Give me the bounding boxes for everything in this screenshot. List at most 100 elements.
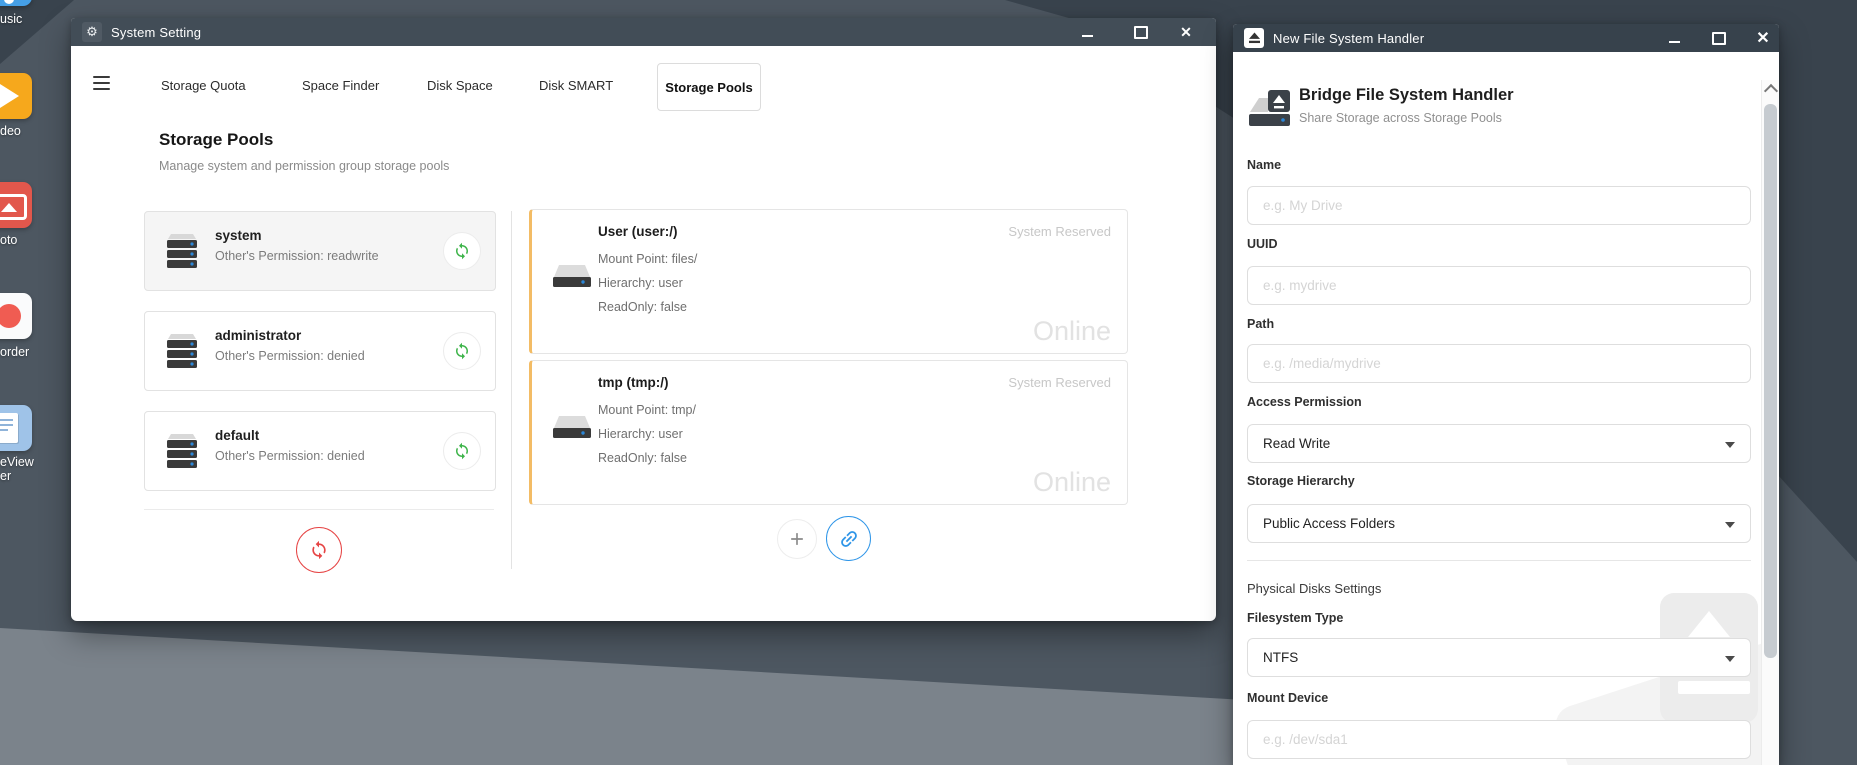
- tab-space-finder[interactable]: Space Finder: [302, 70, 379, 100]
- minimize-button[interactable]: [1079, 25, 1095, 39]
- uuid-label: UUID: [1247, 237, 1278, 251]
- desktop: usic deo oto order eView er ⚙ System Set…: [0, 0, 1857, 765]
- name-label: Name: [1247, 158, 1281, 172]
- tab-disk-space[interactable]: Disk Space: [427, 70, 493, 100]
- fileviewer-app-label: eView: [0, 455, 34, 469]
- handler-form-title: Bridge File System Handler: [1299, 86, 1514, 105]
- server-icon: [165, 433, 199, 474]
- new-file-system-handler-window: New File System Handler ✕: [1233, 24, 1779, 765]
- storage-hierarchy-label: Storage Hierarchy: [1247, 474, 1355, 488]
- handler-mount-point: Mount Point: files/: [598, 252, 697, 266]
- sync-pool-button[interactable]: [443, 432, 481, 470]
- form-divider: [1247, 560, 1751, 561]
- mount-device-input[interactable]: [1247, 720, 1751, 759]
- page-title: Storage Pools: [159, 130, 273, 150]
- handler-card-user[interactable]: User (user:/) Mount Point: files/ Hierar…: [529, 209, 1128, 354]
- fileviewer-app-label-line2: er: [0, 469, 11, 483]
- tab-storage-quota[interactable]: Storage Quota: [161, 70, 246, 100]
- filesystem-type-value: NTFS: [1263, 650, 1298, 665]
- tab-storage-pools[interactable]: Storage Pools: [657, 63, 761, 111]
- scrollbar[interactable]: [1761, 80, 1779, 765]
- maximize-button[interactable]: [1711, 31, 1727, 45]
- video-app-label: deo: [0, 124, 21, 138]
- recorder-app-label: order: [0, 345, 29, 359]
- scroll-up-arrow-icon[interactable]: [1764, 84, 1778, 98]
- video-app-icon[interactable]: [0, 73, 32, 119]
- system-reserved-badge: System Reserved: [1008, 375, 1111, 390]
- system-setting-titlebar[interactable]: ⚙ System Setting ✕: [71, 18, 1216, 46]
- fileviewer-app-icon[interactable]: [0, 405, 32, 451]
- name-input[interactable]: [1247, 186, 1751, 225]
- recorder-app-icon[interactable]: [0, 293, 32, 339]
- handler-card-tmp[interactable]: tmp (tmp:/) Mount Point: tmp/ Hierarchy:…: [529, 360, 1128, 505]
- path-label: Path: [1247, 317, 1274, 331]
- pool-list-divider: [144, 509, 494, 510]
- filesystem-type-label: Filesystem Type: [1247, 611, 1343, 625]
- handler-hierarchy: Hierarchy: user: [598, 427, 683, 441]
- refresh-pools-button[interactable]: [296, 527, 342, 573]
- filesystem-type-select[interactable]: NTFS: [1247, 638, 1751, 677]
- online-status-watermark: Online: [1033, 316, 1111, 347]
- music-app-label: usic: [0, 12, 22, 26]
- tab-disk-smart[interactable]: Disk SMART: [539, 70, 613, 100]
- pool-card-system[interactable]: system Other's Permission: readwrite: [144, 211, 496, 291]
- disk-icon: [552, 264, 592, 295]
- system-reserved-badge: System Reserved: [1008, 224, 1111, 239]
- play-icon: [0, 84, 19, 108]
- document-icon: [0, 413, 18, 443]
- pool-card-default[interactable]: default Other's Permission: denied: [144, 411, 496, 491]
- path-input[interactable]: [1247, 344, 1751, 383]
- handler-window-title: New File System Handler: [1273, 24, 1424, 52]
- handler-title: tmp (tmp:/): [598, 375, 668, 390]
- photo-frame-icon: [0, 194, 27, 220]
- handler-form-subtitle: Share Storage across Storage Pools: [1299, 111, 1502, 125]
- gear-icon: ⚙: [82, 22, 102, 42]
- menu-hamburger-icon[interactable]: [93, 76, 110, 93]
- page-subtitle: Manage system and permission group stora…: [159, 159, 449, 173]
- access-permission-value: Read Write: [1263, 436, 1330, 451]
- system-setting-window: ⚙ System Setting ✕ Storage Quota Space F…: [71, 18, 1216, 621]
- handler-hierarchy: Hierarchy: user: [598, 276, 683, 290]
- handler-window-titlebar[interactable]: New File System Handler ✕: [1233, 24, 1779, 52]
- system-setting-window-title: System Setting: [111, 18, 201, 46]
- close-button[interactable]: ✕: [1755, 31, 1771, 45]
- chevron-down-icon: [1725, 442, 1735, 448]
- pool-permission: Other's Permission: denied: [215, 449, 365, 463]
- storage-hierarchy-value: Public Access Folders: [1263, 516, 1395, 531]
- photo-app-icon[interactable]: [0, 182, 32, 228]
- music-note-icon: [4, 0, 14, 4]
- access-permission-select[interactable]: Read Write: [1247, 424, 1751, 463]
- photo-mountain-icon: [1, 203, 17, 212]
- storage-hierarchy-select[interactable]: Public Access Folders: [1247, 504, 1751, 543]
- add-handler-button[interactable]: [777, 519, 817, 559]
- close-button[interactable]: ✕: [1178, 25, 1194, 39]
- handler-mount-point: Mount Point: tmp/: [598, 403, 696, 417]
- pool-permission: Other's Permission: readwrite: [215, 249, 379, 263]
- column-divider: [511, 211, 512, 569]
- photo-app-label: oto: [0, 233, 17, 247]
- handler-readonly: ReadOnly: false: [598, 451, 687, 465]
- bridge-drive-icon: [1247, 86, 1293, 137]
- pool-card-administrator[interactable]: administrator Other's Permission: denied: [144, 311, 496, 391]
- sync-pool-button[interactable]: [443, 232, 481, 270]
- handler-form: Bridge File System Handler Share Storage…: [1233, 52, 1779, 765]
- handler-title: User (user:/): [598, 224, 678, 239]
- disk-icon: [552, 415, 592, 446]
- physical-disks-section-title: Physical Disks Settings: [1247, 581, 1381, 596]
- access-permission-label: Access Permission: [1247, 395, 1362, 409]
- sync-pool-button[interactable]: [443, 332, 481, 370]
- minimize-button[interactable]: [1666, 31, 1682, 45]
- chevron-down-icon: [1725, 522, 1735, 528]
- eject-drive-icon: [1244, 28, 1264, 48]
- scrollbar-thumb[interactable]: [1764, 104, 1777, 658]
- pool-name: system: [215, 228, 262, 243]
- server-icon: [165, 233, 199, 274]
- uuid-input[interactable]: [1247, 266, 1751, 305]
- online-status-watermark: Online: [1033, 467, 1111, 498]
- mount-device-label: Mount Device: [1247, 691, 1328, 705]
- pool-name: default: [215, 428, 259, 443]
- maximize-button[interactable]: [1133, 25, 1149, 39]
- chevron-down-icon: [1725, 656, 1735, 662]
- record-dot-icon: [0, 304, 21, 328]
- link-handler-button[interactable]: [826, 516, 871, 561]
